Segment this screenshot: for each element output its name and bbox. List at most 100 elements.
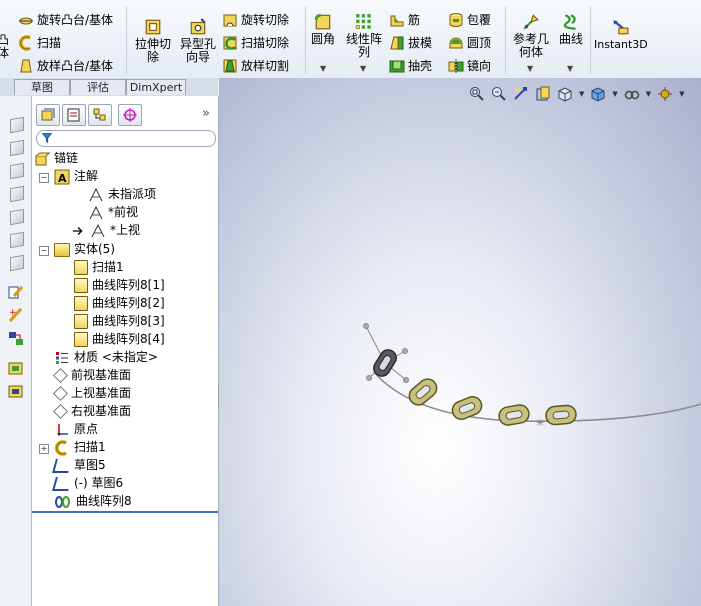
- tree-item-body[interactable]: 曲线阵列8[4]: [74, 331, 165, 348]
- sweep-button[interactable]: 扫描: [18, 34, 61, 51]
- tree-item-annot-front[interactable]: *前视: [88, 204, 138, 221]
- loft-boss-button[interactable]: 放样凸台/基体: [18, 57, 113, 74]
- tree-item-body[interactable]: 曲线阵列8[1]: [74, 277, 165, 294]
- tree-item-right-plane[interactable]: 右视基准面: [53, 403, 132, 420]
- tree-item-annotations[interactable]: A 注解: [54, 168, 98, 185]
- collapse-annotations-icon[interactable]: −: [39, 173, 49, 183]
- feature-manager-tab[interactable]: [36, 104, 60, 126]
- sketch5-label: 草图5: [74, 458, 106, 472]
- graphics-area[interactable]: ▼ ▼ ▼ ▼ ✳: [219, 78, 701, 606]
- revolve-cut-button[interactable]: 旋转切除: [222, 11, 289, 28]
- sweep-icon: [18, 34, 32, 51]
- dome-button[interactable]: 圆顶: [448, 34, 491, 51]
- revolve-boss-label: 旋转凸台/基体: [37, 13, 114, 27]
- fillet-dropdown-icon[interactable]: ▼: [320, 64, 326, 73]
- extrude-cut-button[interactable]: 拉伸切 除: [132, 18, 174, 64]
- view-cube-icon[interactable]: [8, 139, 24, 157]
- draft-icon: [390, 36, 404, 49]
- view-cube-icon[interactable]: [8, 208, 24, 226]
- chain-model-viewport[interactable]: ✳: [219, 78, 701, 606]
- extrude-cut-label: 拉伸切 除: [134, 37, 171, 64]
- linear-pattern-button[interactable]: 线性阵 列: [342, 13, 386, 59]
- tree-item-front-plane[interactable]: 前视基准面: [53, 367, 131, 384]
- view-cube-icon[interactable]: [8, 162, 24, 180]
- body-label: 曲线阵列8[4]: [92, 332, 165, 346]
- expand-panel-icon[interactable]: »: [202, 106, 210, 121]
- partial-boss-button[interactable]: 凸 体: [0, 34, 10, 60]
- edit-sketch-icon[interactable]: [8, 284, 24, 300]
- reference-geometry-button[interactable]: 参考几 何体: [509, 13, 553, 59]
- view-cube-icon[interactable]: [8, 231, 24, 249]
- view-cube-icon[interactable]: [8, 254, 24, 272]
- solid-body-icon: [74, 314, 88, 329]
- tree-item-sweep1[interactable]: 扫描1: [54, 439, 106, 456]
- loft-cut-icon: [223, 59, 237, 72]
- hole-wizard-button[interactable]: 异型孔 向导: [176, 18, 220, 64]
- expand-sweep1-icon[interactable]: +: [39, 444, 49, 454]
- loft-cut-button[interactable]: 放样切割: [222, 57, 289, 74]
- tree-item-body[interactable]: 曲线阵列8[2]: [74, 295, 165, 312]
- sweep-cut-button[interactable]: 扫描切除: [222, 34, 289, 51]
- annotation-view-icon: [89, 187, 103, 201]
- revolve-boss-button[interactable]: 旋转凸台/基体: [18, 11, 113, 28]
- linear-pattern-dropdown-icon[interactable]: ▼: [360, 64, 366, 73]
- ribbon-separator: [126, 6, 127, 74]
- loft-boss-label: 放样凸台/基体: [37, 59, 114, 73]
- tree-item-body[interactable]: 扫描1: [74, 259, 124, 276]
- tree-root-part[interactable]: 锚链: [34, 150, 78, 167]
- property-manager-tab[interactable]: [62, 104, 86, 126]
- feature-filter-input[interactable]: [36, 130, 216, 147]
- dimxpert-manager-tab[interactable]: [118, 104, 142, 126]
- features-folder-icon[interactable]: [8, 360, 24, 376]
- tree-item-origin[interactable]: 原点: [54, 421, 98, 438]
- reference-geometry-dropdown-icon[interactable]: ▼: [527, 64, 533, 73]
- rollback-bar[interactable]: [32, 511, 218, 513]
- filter-icon: [41, 133, 53, 144]
- left-vertical-toolbar: +: [0, 96, 32, 606]
- view-cube-icon[interactable]: [8, 116, 24, 134]
- rib-label: 筋: [408, 13, 421, 27]
- tree-item-sketch6[interactable]: (-) 草图6: [52, 475, 123, 492]
- tree-item-solid-bodies[interactable]: 实体(5): [54, 241, 115, 258]
- reference-geometry-icon: [523, 14, 539, 30]
- tree-item-annot-top[interactable]: *上视: [72, 222, 140, 239]
- fillet-button[interactable]: 圆角: [309, 13, 337, 46]
- relations-icon[interactable]: [8, 330, 24, 346]
- hole-wizard-label: 异型孔 向导: [179, 37, 216, 64]
- part-icon: [35, 152, 50, 165]
- curves-dropdown-icon[interactable]: ▼: [567, 64, 573, 73]
- plane-icon: [53, 404, 68, 419]
- tab-dimxpert[interactable]: DimXpert: [126, 79, 186, 95]
- curve-pattern-icon: [55, 495, 70, 508]
- wrap-button[interactable]: 包覆: [448, 11, 491, 28]
- body-label: 曲线阵列8[1]: [92, 278, 165, 292]
- right-plane-label: 右视基准面: [71, 404, 132, 418]
- instant3d-button[interactable]: Instant3D: [594, 18, 648, 51]
- draft-button[interactable]: 拔模: [389, 34, 432, 51]
- tab-evaluate[interactable]: 评估: [70, 79, 126, 95]
- curve-pattern8-label: 曲线阵列8: [76, 494, 132, 508]
- tab-sketch[interactable]: 草图: [14, 79, 70, 95]
- collapse-solid-bodies-icon[interactable]: −: [39, 246, 49, 256]
- revolve-boss-icon: [19, 17, 33, 24]
- tree-item-top-plane[interactable]: 上视基准面: [53, 385, 132, 402]
- configuration-manager-tab[interactable]: [88, 104, 112, 126]
- view-cube-icon[interactable]: [8, 185, 24, 203]
- sweep-label: 扫描: [37, 36, 62, 50]
- shell-button[interactable]: 抽壳: [389, 57, 432, 74]
- tree-item-annot-unassigned[interactable]: 未指派项: [88, 186, 156, 203]
- curves-button[interactable]: 曲线: [556, 13, 586, 46]
- smart-dimension-icon[interactable]: +: [8, 307, 24, 323]
- mirror-button[interactable]: 镜向: [448, 57, 491, 74]
- tree-item-curve-pattern8[interactable]: 曲线阵列8: [54, 493, 132, 510]
- tree-item-sketch5[interactable]: 草图5: [52, 457, 106, 474]
- rib-button[interactable]: 筋: [389, 11, 420, 28]
- top-plane-label: 上视基准面: [71, 386, 132, 400]
- revolve-cut-icon: [223, 14, 237, 26]
- feature-manager-panel: » 锚链 − A 注解 未指派项 *前视 *上视 − 实体(5) 扫描1 曲线阵…: [32, 96, 227, 606]
- tree-item-body[interactable]: 曲线阵列8[3]: [74, 313, 165, 330]
- tree-item-material[interactable]: 材质 <未指定>: [54, 349, 158, 366]
- annot-unassigned-label: 未指派项: [108, 187, 157, 201]
- solid-body-icon: [74, 260, 88, 275]
- features-folder-icon[interactable]: [8, 383, 24, 399]
